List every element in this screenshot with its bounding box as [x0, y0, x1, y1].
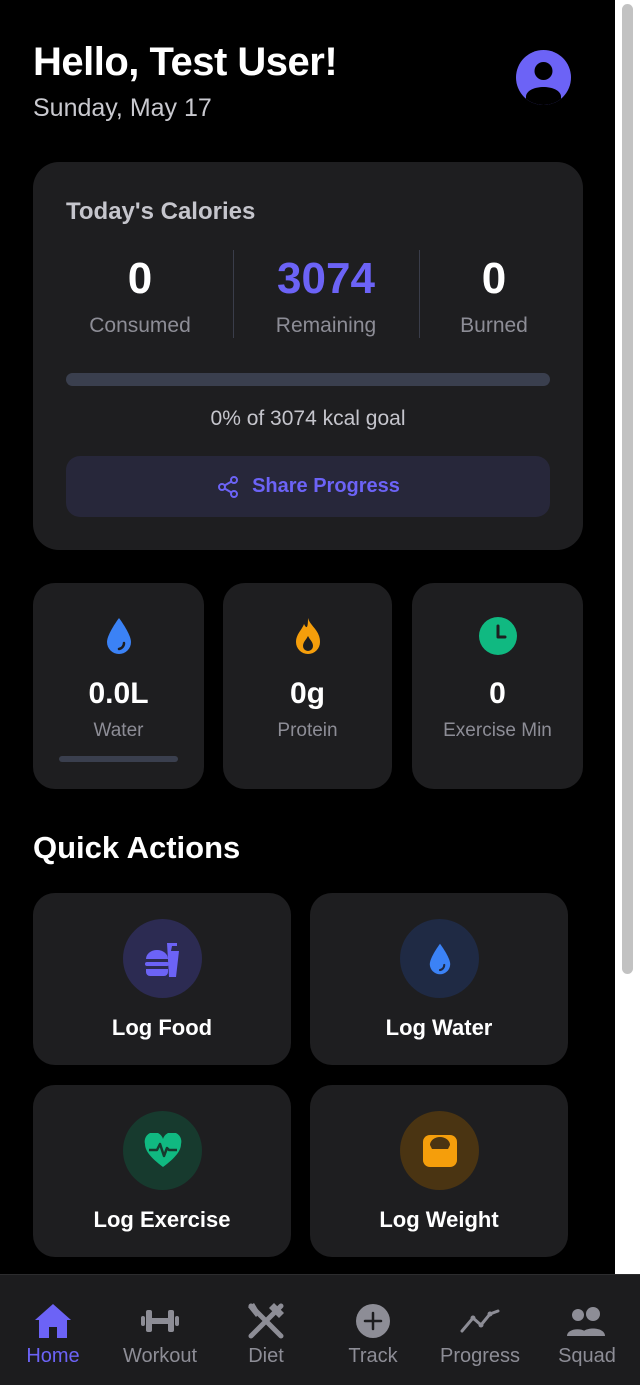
consumed-stat: 0 Consumed: [55, 254, 225, 338]
flame-icon: [295, 618, 320, 654]
scrollbar-thumb[interactable]: [622, 4, 633, 974]
share-icon: [218, 475, 239, 498]
water-progress-bar: [59, 756, 178, 762]
exercise-value: 0: [489, 677, 506, 710]
log-water-label: Log Water: [385, 1015, 493, 1040]
bottom-navigation: Home Workout Diet Track Progress Squad: [0, 1274, 640, 1385]
log-weight-label: Log Weight: [379, 1207, 499, 1232]
clock-icon: [478, 617, 517, 655]
greeting-title: Hello, Test User!: [33, 40, 338, 84]
calories-goal-text: 0% of 3074 kcal goal: [210, 407, 406, 430]
burned-value: 0: [481, 254, 507, 303]
heart-pulse-icon: [144, 1132, 181, 1167]
calories-card: Today's Calories 0 Consumed 3074 Remaini…: [33, 162, 583, 550]
burger-drink-icon: [144, 942, 179, 977]
consumed-value: 0: [127, 254, 153, 303]
calories-progress-bar: [66, 373, 550, 386]
quick-actions-title: Quick Actions: [33, 830, 241, 865]
log-water-button[interactable]: Log Water: [310, 893, 568, 1065]
share-progress-label: Share Progress: [252, 475, 400, 497]
water-value: 0.0L: [88, 677, 149, 710]
nav-progress[interactable]: Progress: [427, 1275, 533, 1385]
dumbbell-icon: [141, 1310, 179, 1332]
weight-icon: [422, 1134, 457, 1167]
nav-progress-label: Progress: [439, 1345, 521, 1367]
main-content: Hello, Test User! Sunday, May 17 Today's…: [0, 0, 615, 1274]
nav-workout[interactable]: Workout: [107, 1275, 213, 1385]
exercise-label: Exercise Min: [443, 720, 552, 741]
nav-squad-label: Squad: [558, 1345, 616, 1367]
nav-workout-label: Workout: [122, 1345, 198, 1367]
nav-home-label: Home: [26, 1345, 80, 1367]
current-date: Sunday, May 17: [33, 94, 212, 122]
user-icon: [526, 62, 561, 105]
stat-divider: [233, 250, 234, 338]
log-weight-button[interactable]: Log Weight: [310, 1085, 568, 1257]
protein-stat-card[interactable]: 0g Protein: [223, 583, 392, 789]
nav-home[interactable]: Home: [0, 1275, 106, 1385]
log-exercise-label: Log Exercise: [93, 1207, 231, 1232]
remaining-label: Remaining: [275, 314, 377, 337]
log-exercise-button[interactable]: Log Exercise: [33, 1085, 291, 1257]
exercise-stat-card[interactable]: 0 Exercise Min: [412, 583, 583, 789]
share-progress-button[interactable]: Share Progress: [66, 456, 550, 517]
nav-diet-label: Diet: [248, 1345, 284, 1367]
avatar[interactable]: [516, 50, 571, 105]
home-icon: [35, 1304, 71, 1338]
log-food-label: Log Food: [111, 1015, 213, 1040]
water-drop-icon: [106, 618, 131, 654]
calories-title: Today's Calories: [66, 198, 256, 225]
protein-value: 0g: [289, 677, 325, 710]
water-drop-icon: [429, 943, 450, 974]
protein-label: Protein: [277, 720, 338, 741]
water-stat-card[interactable]: 0.0L Water: [33, 583, 204, 789]
nav-squad[interactable]: Squad: [534, 1275, 640, 1385]
plus-circle-icon: [356, 1304, 390, 1338]
utensils-icon: [248, 1303, 284, 1339]
water-label: Water: [93, 720, 144, 741]
remaining-stat: 3074 Remaining: [241, 254, 411, 338]
users-icon: [567, 1307, 605, 1336]
nav-diet[interactable]: Diet: [213, 1275, 319, 1385]
consumed-label: Consumed: [89, 314, 191, 337]
scrollbar[interactable]: [615, 0, 640, 1274]
log-food-button[interactable]: Log Food: [33, 893, 291, 1065]
trend-line-icon: [460, 1309, 500, 1333]
burned-label: Burned: [460, 314, 528, 337]
nav-track[interactable]: Track: [320, 1275, 426, 1385]
nav-track-label: Track: [348, 1345, 398, 1367]
burned-stat: 0 Burned: [409, 254, 579, 338]
remaining-value: 3074: [277, 254, 375, 303]
